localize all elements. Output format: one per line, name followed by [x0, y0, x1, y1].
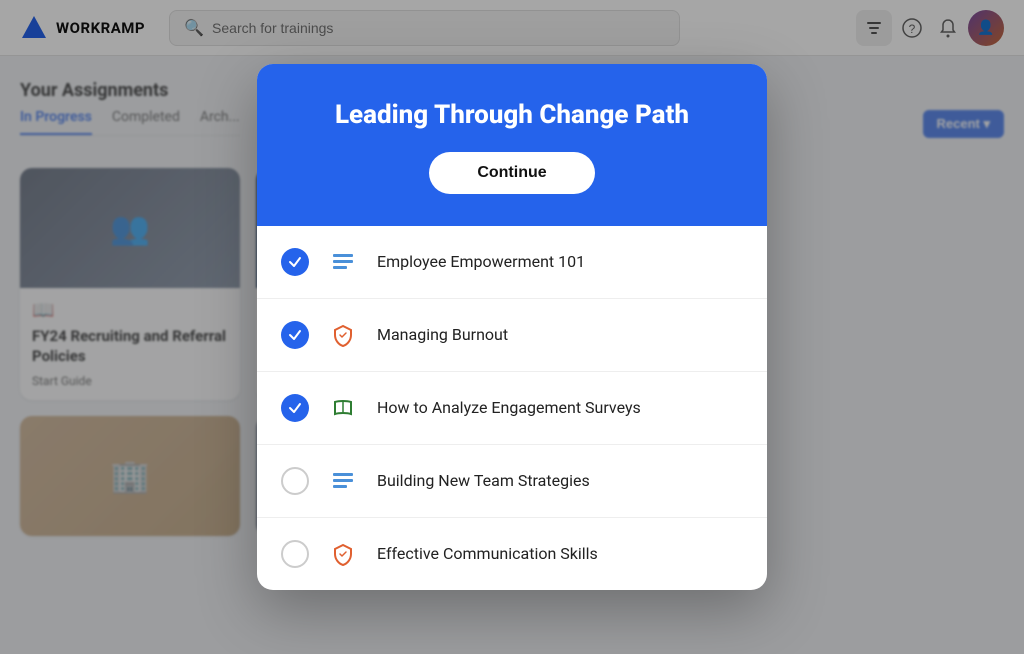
modal-header: Leading Through Change Path Continue — [257, 64, 767, 225]
check-circle-1 — [281, 248, 309, 276]
course-item-1[interactable]: Employee Empowerment 101 — [257, 226, 767, 299]
check-circle-5 — [281, 540, 309, 568]
course-name-5: Effective Communication Skills — [377, 544, 598, 563]
course-icon-1 — [325, 244, 361, 280]
check-circle-2 — [281, 321, 309, 349]
check-circle-3 — [281, 394, 309, 422]
course-icon-3 — [325, 390, 361, 426]
course-item-2[interactable]: Managing Burnout — [257, 299, 767, 372]
course-icon-2 — [325, 317, 361, 353]
course-item-3[interactable]: How to Analyze Engagement Surveys — [257, 372, 767, 445]
course-name-1: Employee Empowerment 101 — [377, 252, 585, 271]
check-circle-4 — [281, 467, 309, 495]
course-item-4[interactable]: Building New Team Strategies — [257, 445, 767, 518]
continue-button[interactable]: Continue — [429, 152, 594, 194]
modal-title: Leading Through Change Path — [297, 100, 727, 131]
modal-dialog: Leading Through Change Path Continue — [257, 64, 767, 589]
course-icon-5 — [325, 536, 361, 572]
course-item-5[interactable]: Effective Communication Skills — [257, 518, 767, 590]
course-name-4: Building New Team Strategies — [377, 471, 590, 490]
modal-body: Employee Empowerment 101 Managing Burnou… — [257, 226, 767, 590]
course-name-2: Managing Burnout — [377, 325, 508, 344]
course-icon-4 — [325, 463, 361, 499]
course-name-3: How to Analyze Engagement Surveys — [377, 398, 641, 417]
modal-overlay[interactable]: Leading Through Change Path Continue — [0, 0, 1024, 654]
